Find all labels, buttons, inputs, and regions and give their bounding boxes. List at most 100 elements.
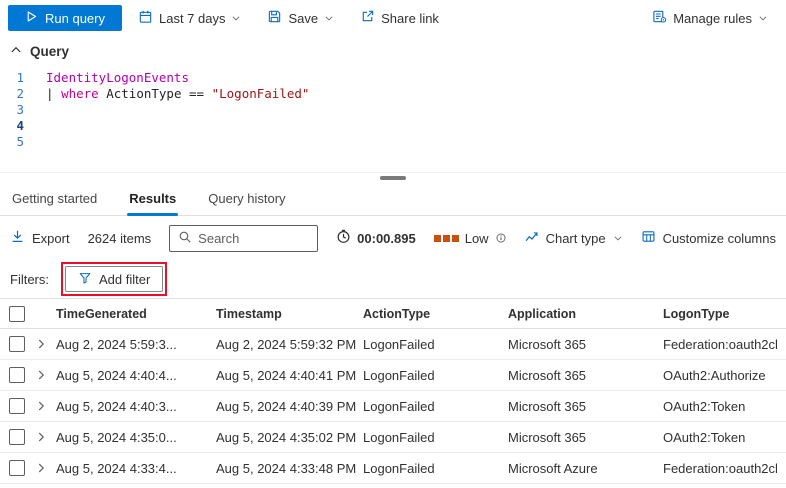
table-cell: Microsoft 365	[508, 337, 663, 352]
tab-bar: Getting started Results Query history	[0, 184, 786, 216]
collapse-query-chevron-icon[interactable]	[10, 44, 22, 59]
select-all-cell	[0, 306, 34, 322]
code-line[interactable]: 1IdentityLogonEvents	[0, 70, 786, 86]
tab-query-history[interactable]: Query history	[206, 184, 287, 215]
tab-label: Getting started	[12, 191, 97, 206]
row-checkbox[interactable]	[9, 367, 25, 383]
expand-row-chevron-icon[interactable]	[34, 461, 56, 475]
info-icon[interactable]	[496, 233, 506, 243]
select-all-checkbox[interactable]	[9, 306, 25, 322]
calendar-icon	[138, 9, 153, 27]
column-header-application[interactable]: Application	[508, 307, 663, 321]
save-label: Save	[288, 11, 318, 26]
code-token: "LogonFailed"	[212, 86, 310, 101]
run-query-button[interactable]: Run query	[8, 5, 122, 31]
code-line[interactable]: 3	[0, 102, 786, 118]
table-cell: OAuth2:Token	[663, 430, 786, 445]
expand-row-chevron-icon[interactable]	[34, 399, 56, 413]
table-cell: LogonFailed	[363, 461, 508, 476]
code-line[interactable]: 4	[0, 118, 786, 134]
share-link-label: Share link	[381, 11, 439, 26]
chart-icon	[524, 229, 539, 247]
tab-results[interactable]: Results	[127, 184, 178, 215]
code-editor[interactable]: 1IdentityLogonEvents2| where ActionType …	[0, 64, 786, 172]
filters-label: Filters:	[10, 272, 49, 287]
tab-label: Results	[129, 191, 176, 206]
line-number: 4	[0, 118, 46, 134]
table-cell: Microsoft 365	[508, 399, 663, 414]
code-line-content[interactable]: | where ActionType == "LogonFailed"	[46, 86, 309, 102]
row-checkbox-cell	[0, 398, 34, 414]
row-checkbox-cell	[0, 367, 34, 383]
code-token: IdentityLogonEvents	[46, 70, 189, 85]
table-row[interactable]: Aug 2, 2024 5:59:3...Aug 2, 2024 5:59:32…	[0, 329, 786, 360]
chevron-down-icon	[324, 11, 334, 26]
table-row[interactable]: Aug 5, 2024 4:40:4...Aug 5, 2024 4:40:41…	[0, 360, 786, 391]
save-icon	[267, 9, 282, 27]
row-checkbox[interactable]	[9, 460, 25, 476]
play-icon	[25, 10, 38, 26]
time-range-dropdown[interactable]: Last 7 days	[128, 4, 252, 32]
export-button[interactable]: Export	[10, 229, 70, 247]
table-cell: Federation:oauth2cl	[663, 461, 786, 476]
line-number: 5	[0, 134, 46, 150]
table-cell: Aug 5, 2024 4:40:3...	[56, 399, 216, 414]
code-line-content[interactable]: IdentityLogonEvents	[46, 70, 189, 86]
search-input[interactable]	[198, 231, 309, 246]
code-line[interactable]: 5	[0, 134, 786, 150]
manage-rules-label: Manage rules	[673, 11, 752, 26]
chart-type-dropdown[interactable]: Chart type	[524, 229, 623, 247]
share-icon	[360, 9, 375, 27]
code-line[interactable]: 2| where ActionType == "LogonFailed"	[0, 86, 786, 102]
table-cell: LogonFailed	[363, 368, 508, 383]
usage-level-label: Low	[465, 231, 489, 246]
manage-rules-dropdown[interactable]: Manage rules	[642, 4, 778, 32]
share-link-button[interactable]: Share link	[350, 4, 449, 32]
column-header-actiontype[interactable]: ActionType	[363, 307, 508, 321]
splitter-grip[interactable]	[380, 176, 406, 180]
tab-getting-started[interactable]: Getting started	[10, 184, 99, 215]
table-cell: Aug 5, 2024 4:40:41 PM	[216, 368, 363, 383]
customize-columns-button[interactable]: Customize columns	[641, 229, 776, 247]
add-filter-button[interactable]: Add filter	[65, 266, 163, 292]
search-box[interactable]	[169, 225, 318, 252]
code-token: where	[61, 86, 99, 101]
column-header-timestamp[interactable]: Timestamp	[216, 307, 363, 321]
chevron-down-icon	[231, 11, 241, 26]
expand-row-chevron-icon[interactable]	[34, 430, 56, 444]
row-checkbox[interactable]	[9, 336, 25, 352]
row-checkbox[interactable]	[9, 398, 25, 414]
results-table: TimeGeneratedTimestampActionTypeApplicat…	[0, 298, 786, 488]
table-cell: Aug 5, 2024 4:40:4...	[56, 368, 216, 383]
column-header-logontype[interactable]: LogonType	[663, 307, 786, 321]
query-section-header[interactable]: Query	[0, 36, 786, 64]
export-label: Export	[32, 231, 70, 246]
query-section-title: Query	[30, 44, 69, 59]
table-header-row: TimeGeneratedTimestampActionTypeApplicat…	[0, 299, 786, 329]
table-cell: LogonFailed	[363, 337, 508, 352]
table-row[interactable]: Aug 5, 2024 4:33:4...Aug 5, 2024 4:33:48…	[0, 453, 786, 484]
chevron-down-icon	[613, 231, 623, 246]
table-row[interactable]: Aug 5, 2024 4:40:3...Aug 5, 2024 4:40:39…	[0, 391, 786, 422]
resource-usage-indicator: Low	[434, 231, 506, 246]
add-filter-label: Add filter	[99, 272, 150, 287]
pane-splitter[interactable]	[0, 172, 786, 184]
expand-row-chevron-icon[interactable]	[34, 337, 56, 351]
expand-row-chevron-icon[interactable]	[34, 368, 56, 382]
table-cell: Aug 5, 2024 4:35:02 PM	[216, 430, 363, 445]
column-header-timegenerated[interactable]: TimeGenerated	[56, 307, 216, 321]
save-dropdown[interactable]: Save	[257, 4, 344, 32]
table-cell: Aug 5, 2024 4:35:0...	[56, 430, 216, 445]
table-row[interactable]: Aug 5, 2024 4:35:0...Aug 5, 2024 4:35:02…	[0, 422, 786, 453]
row-checkbox[interactable]	[9, 429, 25, 445]
line-number: 2	[0, 86, 46, 102]
table-cell: LogonFailed	[363, 399, 508, 414]
search-icon	[178, 230, 192, 247]
table-body: Aug 2, 2024 5:59:3...Aug 2, 2024 5:59:32…	[0, 329, 786, 484]
time-range-label: Last 7 days	[159, 11, 226, 26]
row-checkbox-cell	[0, 429, 34, 445]
table-cell: Aug 5, 2024 4:33:4...	[56, 461, 216, 476]
row-checkbox-cell	[0, 336, 34, 352]
code-token: |	[46, 86, 61, 101]
columns-grid-icon	[641, 229, 656, 247]
